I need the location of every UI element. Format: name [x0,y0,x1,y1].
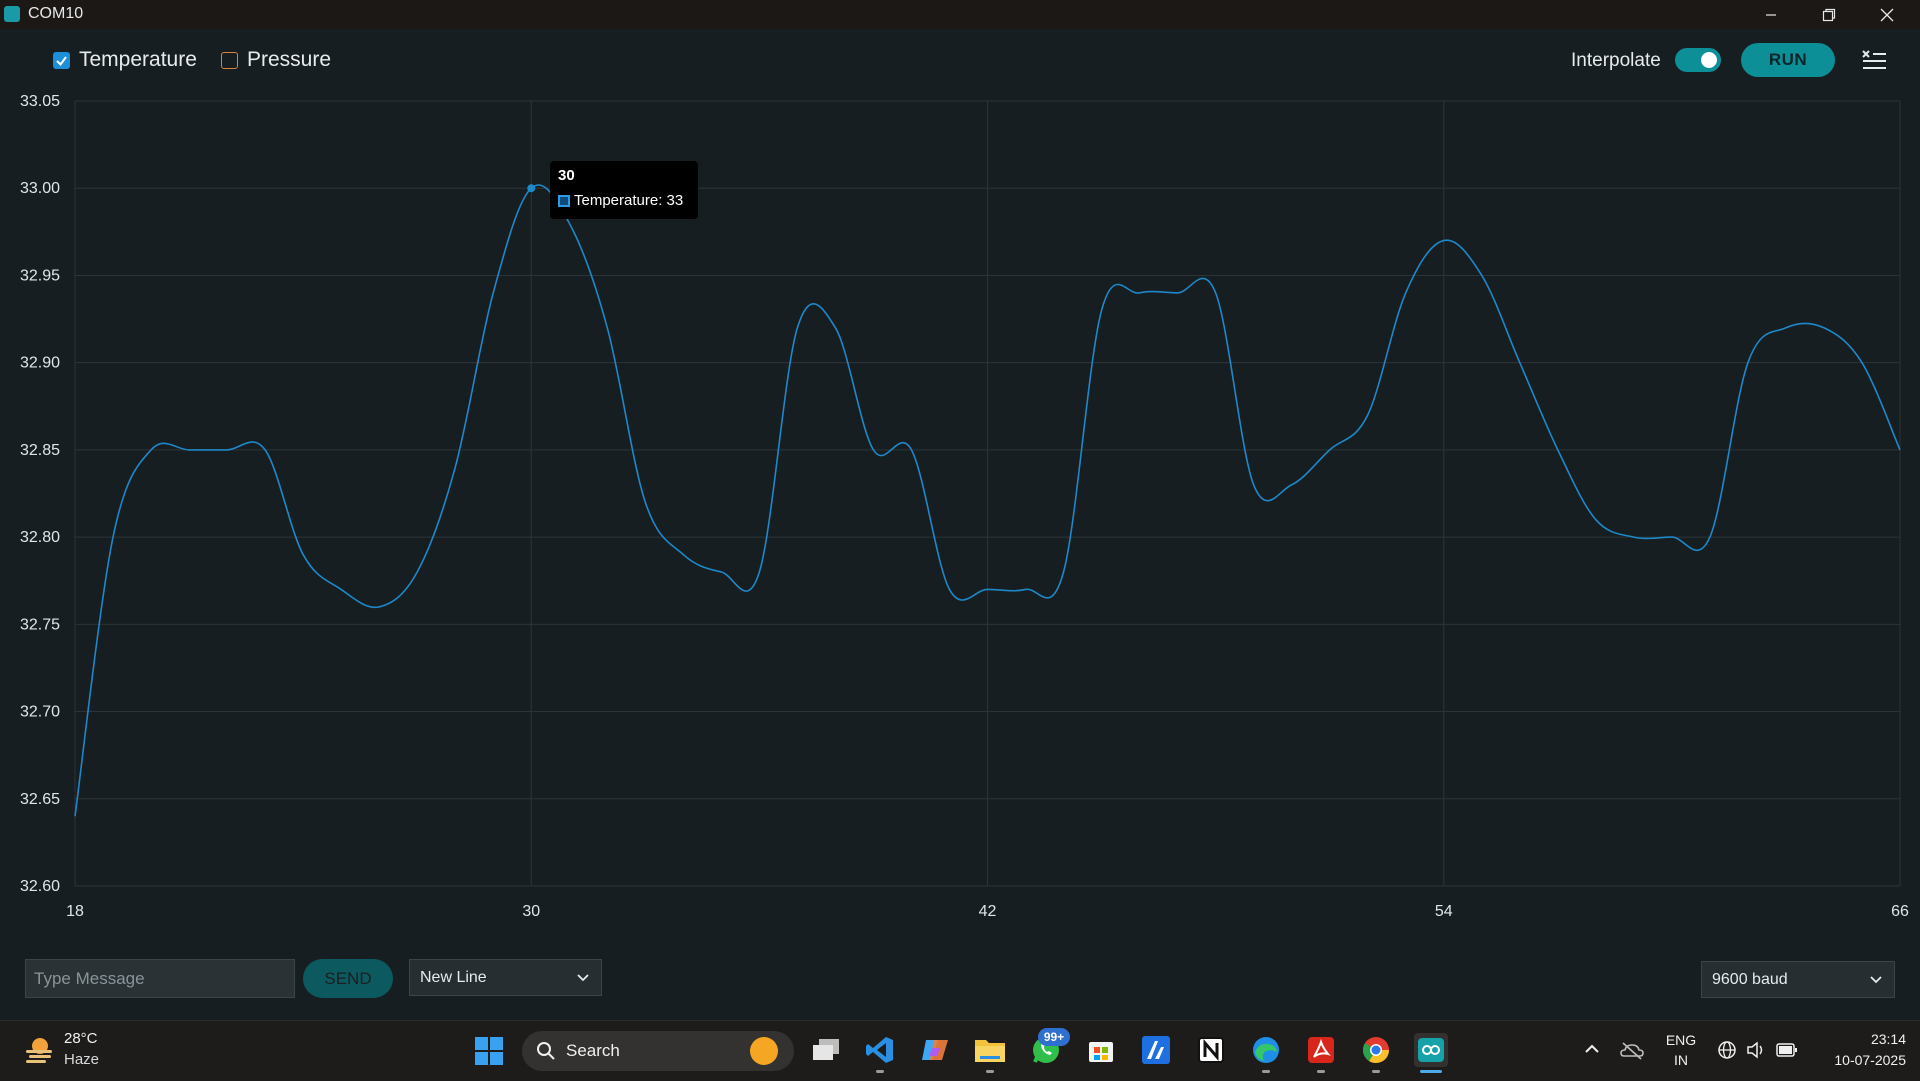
x-tick-label: 54 [1435,903,1453,920]
tooltip-swatch [558,195,570,207]
y-tick-label: 33.00 [20,180,60,197]
copilot-icon[interactable] [918,1033,952,1067]
volume-icon[interactable] [1746,1040,1766,1060]
running-indicator [876,1070,884,1073]
windows-start-icon[interactable] [474,1036,504,1066]
microsoft-store-icon[interactable] [1084,1033,1118,1067]
clock-date[interactable]: 10-07-2025 [1810,1052,1906,1068]
arduino-app-icon [4,6,20,22]
chevron-down-icon [1870,976,1882,984]
interpolate-toggle[interactable] [1675,48,1721,72]
temperature-label: Temperature [79,48,197,71]
weather-description[interactable]: Haze [64,1051,99,1068]
clock-time[interactable]: 23:14 [1810,1031,1906,1047]
y-tick-label: 32.70 [20,704,60,721]
chevron-down-icon [577,974,589,982]
x-tick-label: 42 [979,903,997,920]
edge-icon[interactable] [1249,1033,1283,1067]
y-tick-label: 32.80 [20,529,60,546]
pressure-series-toggle[interactable]: Pressure [221,48,331,72]
network-globe-icon[interactable] [1717,1040,1737,1060]
taskbar-search[interactable]: Search [522,1031,794,1071]
highlighted-data-point[interactable] [527,184,536,193]
send-button[interactable]: SEND [303,959,393,998]
window-title: COM10 [28,5,84,22]
restore-icon[interactable] [1800,0,1858,29]
language-indicator[interactable]: ENG [1662,1032,1700,1048]
chrome-icon[interactable] [1359,1033,1393,1067]
x-tick-label: 30 [522,903,540,920]
arduino-ide-icon[interactable] [1414,1033,1448,1067]
pressure-checkbox[interactable] [221,51,238,69]
line-ending-value: New Line [420,968,487,986]
tooltip-title: 30 [558,167,575,184]
close-icon[interactable] [1858,0,1916,29]
y-tick-label: 32.85 [20,442,60,459]
tooltip-value: Temperature: 33 [574,192,684,209]
file-explorer-icon[interactable] [973,1033,1007,1067]
task-view-icon[interactable] [809,1033,843,1067]
running-indicator [1262,1070,1270,1073]
checkmark-icon [56,55,67,66]
chevron-up-icon[interactable] [1584,1042,1600,1056]
onedrive-offline-icon[interactable] [1620,1040,1644,1060]
acrobat-icon[interactable] [1304,1033,1338,1067]
temperature-series-toggle[interactable]: Temperature [53,48,197,72]
haze-weather-icon[interactable] [22,1032,56,1066]
running-indicator [986,1070,994,1073]
interpolate-label: Interpolate [1571,50,1661,71]
y-tick-label: 32.60 [20,878,60,895]
search-icon [537,1042,555,1060]
clear-menu-icon[interactable] [1861,48,1887,72]
active-indicator [1420,1070,1442,1073]
y-tick-label: 32.90 [20,355,60,372]
line-ending-select[interactable]: New Line [409,959,602,996]
run-button[interactable]: RUN [1741,43,1835,77]
running-indicator [1372,1070,1380,1073]
temperature-checkbox[interactable] [53,51,70,69]
running-indicator [1317,1070,1325,1073]
x-tick-label: 18 [66,903,84,920]
search-label: Search [566,1041,620,1060]
pressure-label: Pressure [247,48,332,71]
whatsapp-badge: 99+ [1038,1028,1070,1046]
search-highlight-icon [750,1037,778,1065]
vscode-icon[interactable] [863,1033,897,1067]
baud-rate-select[interactable]: 9600 baud [1701,961,1895,998]
y-tick-label: 32.65 [20,791,60,808]
notion-icon[interactable] [1194,1033,1228,1067]
toggle-knob [1701,52,1717,68]
battery-icon[interactable] [1776,1042,1798,1058]
y-tick-label: 32.95 [20,267,60,284]
language-region[interactable]: IN [1662,1052,1700,1068]
title-bar: COM10 [0,0,1920,29]
message-input[interactable] [25,959,295,998]
chart-tooltip: 30 Temperature: 33 [550,161,698,219]
temperature-chart: 33.05 33.00 32.95 32.90 32.85 32.80 32.75 32.70… [20,93,1909,920]
x-tick-label: 66 [1891,903,1909,920]
azure-app-icon[interactable] [1139,1033,1173,1067]
weather-temperature[interactable]: 28°C [64,1030,98,1047]
y-tick-label: 33.05 [20,93,60,110]
y-tick-label: 32.75 [20,616,60,633]
minimize-icon[interactable] [1742,0,1800,29]
baud-rate-value: 9600 baud [1712,970,1788,988]
